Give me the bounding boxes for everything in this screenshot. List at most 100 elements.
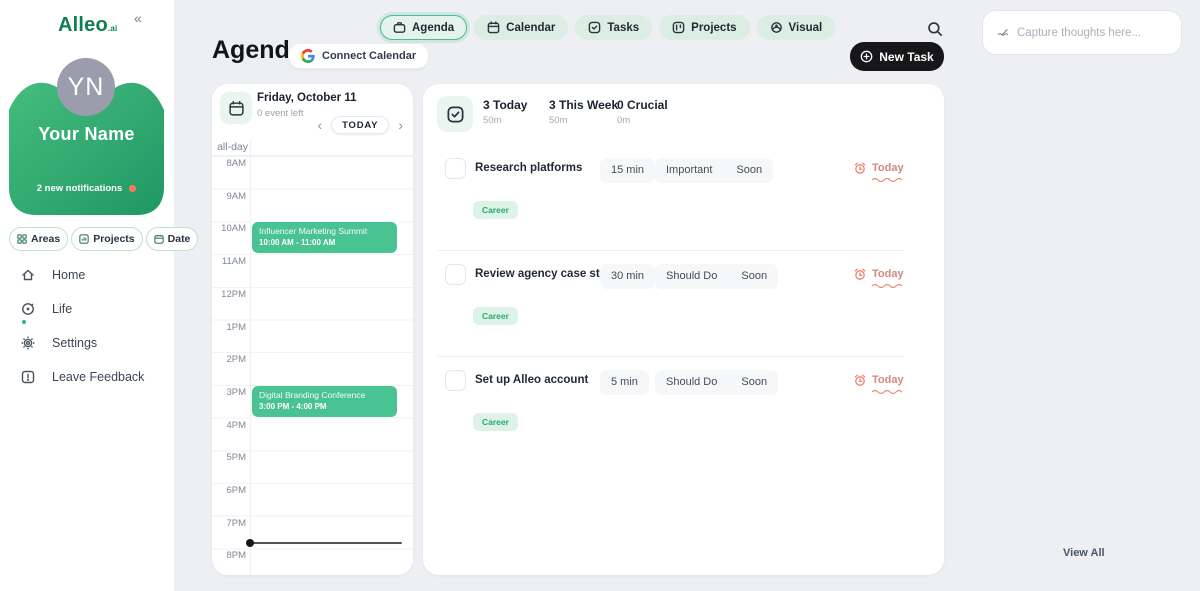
filter-projects-button[interactable]: Projects	[71, 227, 142, 251]
search-icon	[926, 20, 944, 38]
hour-label: 5PM	[212, 452, 246, 463]
task-due-badge[interactable]: Today	[853, 267, 904, 281]
avatar: YN	[57, 58, 115, 116]
event-title: Digital Branding Conference	[259, 390, 390, 400]
plus-circle-icon	[860, 50, 873, 63]
current-time-line	[250, 542, 402, 544]
view-all-link[interactable]: View All	[1063, 547, 1105, 559]
stat-this-week: 3 This Week 50m	[549, 98, 618, 126]
profile-card[interactable]: YN Your Name 2 new notifications	[9, 58, 164, 215]
calendar-events-left: 0 event left	[257, 108, 303, 119]
new-task-button[interactable]: New Task	[850, 42, 944, 71]
row-divider	[437, 356, 904, 357]
calendar-panel-icon-box	[220, 92, 252, 124]
stat-today: 3 Today 50m	[483, 98, 527, 126]
app: Alleo.ai « YN Your Name 2 new notificati…	[0, 0, 1200, 591]
gear-icon	[20, 335, 36, 351]
task-tag-career[interactable]: Career	[473, 201, 518, 219]
filter-date-button[interactable]: Date	[146, 227, 199, 251]
sidebar-item-home[interactable]: Home	[0, 260, 175, 290]
prev-day-button[interactable]: ‹	[315, 118, 324, 132]
tab-projects[interactable]: Projects	[659, 15, 749, 40]
tab-visual[interactable]: Visual	[757, 15, 836, 40]
today-button[interactable]: TODAY	[331, 116, 389, 134]
projects-kanban-icon	[672, 21, 685, 34]
row-divider	[437, 250, 904, 251]
connect-calendar-button[interactable]: Connect Calendar	[288, 43, 429, 69]
task-tag-career[interactable]: Career	[473, 307, 518, 325]
alarm-icon	[853, 161, 867, 175]
calendar-icon	[228, 100, 245, 117]
hour-label: 10AM	[212, 223, 246, 234]
app-logo: Alleo.ai	[58, 14, 117, 37]
hour-label: 8AM	[212, 158, 246, 169]
home-icon	[20, 267, 36, 283]
hour-label: 11AM	[212, 256, 246, 267]
task-priority-chip[interactable]: Should DoSoon	[655, 370, 778, 395]
task-priority-chip[interactable]: Should DoSoon	[655, 264, 778, 289]
event-title: Influencer Marketing Summit	[259, 226, 390, 236]
task-title[interactable]: Set up Alleo account	[475, 374, 588, 386]
task-row: Set up Alleo account 5 min Should DoSoon…	[423, 362, 944, 468]
task-title[interactable]: Research platforms	[475, 162, 582, 174]
current-time-dot	[246, 539, 254, 547]
hour-label: 2PM	[212, 354, 246, 365]
sidebar: Alleo.ai « YN Your Name 2 new notificati…	[0, 0, 175, 591]
hour-label: 6PM	[212, 485, 246, 496]
task-duration-chip[interactable]: 30 min	[600, 264, 655, 289]
task-row: Review agency case studies 30 min Should…	[423, 256, 944, 362]
search-button[interactable]	[922, 17, 948, 43]
calendar-grid: all-day 8AM 9AM 10AM 11AM 12PM 1PM 2PM 3…	[212, 140, 413, 575]
agenda-icon	[393, 21, 406, 34]
capture-thoughts-box	[982, 10, 1182, 55]
date-icon	[154, 234, 164, 244]
tab-calendar[interactable]: Calendar	[474, 15, 568, 40]
life-target-icon	[20, 301, 36, 317]
task-priority-chip[interactable]: ImportantSoon	[655, 158, 773, 183]
capture-input[interactable]	[1017, 27, 1167, 39]
hour-label: 12PM	[212, 289, 246, 300]
all-day-row: all-day	[212, 140, 413, 156]
task-duration-chip[interactable]: 15 min	[600, 158, 655, 183]
task-checkbox[interactable]	[445, 264, 466, 285]
hours-grid: 8AM 9AM 10AM 11AM 12PM 1PM 2PM 3PM 4PM 5…	[212, 156, 413, 575]
sidebar-item-settings[interactable]: Settings	[0, 328, 175, 358]
visual-icon	[770, 21, 783, 34]
next-day-button[interactable]: ›	[396, 118, 405, 132]
tab-tasks[interactable]: Tasks	[575, 15, 652, 40]
check-square-icon	[446, 105, 465, 124]
notification-dot-icon	[129, 185, 136, 192]
hour-label: 9AM	[212, 191, 246, 202]
calendar-panel: Friday, October 11 0 event left ‹ TODAY …	[212, 84, 413, 575]
due-label: Today	[872, 268, 904, 280]
calendar-event[interactable]: Influencer Marketing Summit 10:00 AM - 1…	[252, 222, 397, 253]
all-day-label: all-day	[212, 141, 248, 153]
alarm-icon	[853, 373, 867, 387]
filter-areas-button[interactable]: Areas	[9, 227, 68, 251]
calendar-date-title: Friday, October 11	[257, 92, 357, 104]
top-navigation: Agenda Calendar Tasks Projects Visual	[380, 15, 835, 40]
feedback-icon	[20, 369, 36, 385]
google-icon	[301, 49, 315, 63]
scribble-icon	[997, 26, 1009, 40]
due-underline-squiggle	[871, 283, 903, 288]
tab-agenda[interactable]: Agenda	[380, 15, 467, 40]
task-duration-chip[interactable]: 5 min	[600, 370, 649, 395]
collapse-sidebar-button[interactable]: «	[134, 10, 142, 26]
calendar-nav: ‹ TODAY ›	[315, 116, 405, 134]
sidebar-item-leave-feedback[interactable]: Leave Feedback	[0, 362, 175, 392]
event-time: 3:00 PM - 4:00 PM	[259, 402, 390, 411]
task-due-badge[interactable]: Today	[853, 161, 904, 175]
hour-label: 4PM	[212, 420, 246, 431]
task-checkbox[interactable]	[445, 370, 466, 391]
sidebar-item-life[interactable]: Life	[0, 294, 175, 324]
due-label: Today	[872, 374, 904, 386]
hour-label: 8PM	[212, 550, 246, 561]
calendar-event[interactable]: Digital Branding Conference 3:00 PM - 4:…	[252, 386, 397, 417]
task-checkbox[interactable]	[445, 158, 466, 179]
notifications-badge[interactable]: 2 new notifications	[9, 183, 164, 194]
task-tag-career[interactable]: Career	[473, 413, 518, 431]
task-due-badge[interactable]: Today	[853, 373, 904, 387]
calendar-icon	[487, 21, 500, 34]
hour-label: 7PM	[212, 518, 246, 529]
